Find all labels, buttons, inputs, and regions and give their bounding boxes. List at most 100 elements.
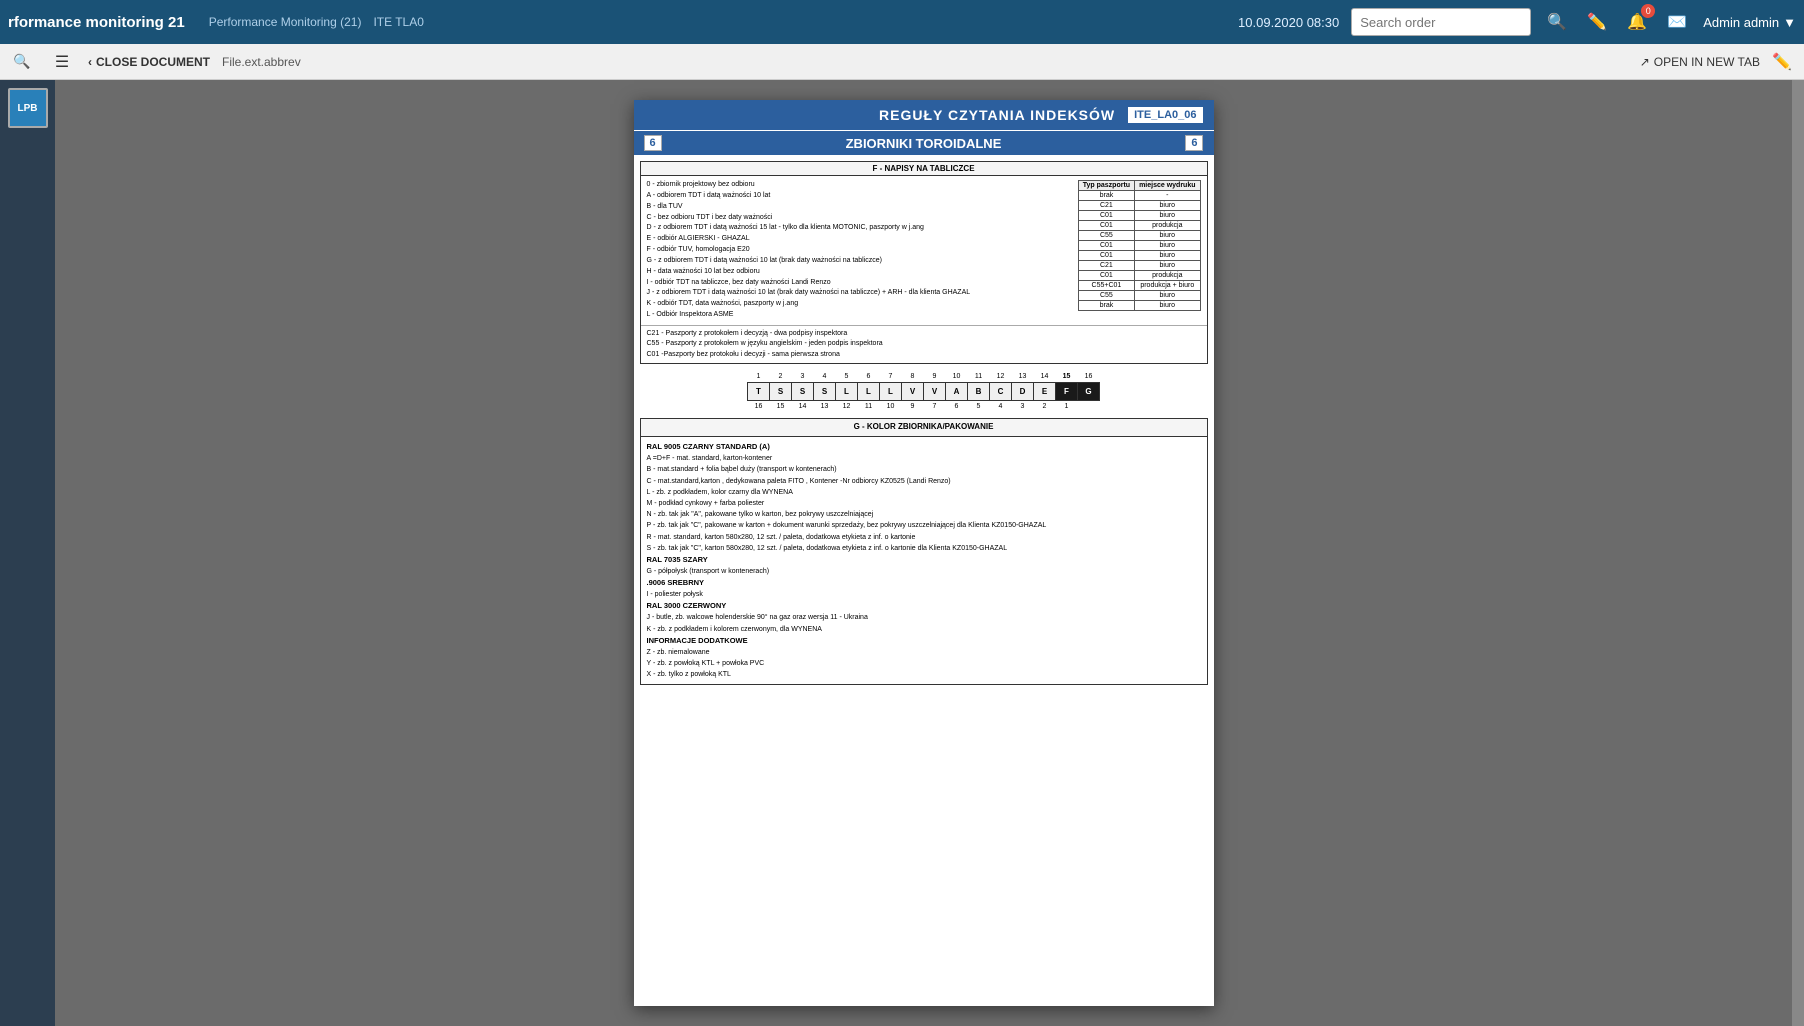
color-items: RAL 9005 CZARNY STANDARD (A) A =D+F - ma…	[647, 441, 1201, 680]
table-row: brakbiuro	[1078, 301, 1200, 311]
idx-num: 11	[968, 370, 990, 382]
passport-type-cell: C01	[1078, 271, 1134, 281]
close-document-button[interactable]: ‹ CLOSE DOCUMENT	[88, 55, 210, 69]
idx-num: 5	[836, 370, 858, 382]
section-f-footnotes: C21 - Paszporty z protokołem i decyzją -…	[641, 325, 1207, 364]
idx-num: 13	[1012, 370, 1034, 382]
idx-num: 3	[792, 370, 814, 382]
color-item: G - półpołysk (transport w kontenerach)	[647, 566, 1201, 577]
chevron-down-icon: ▼	[1783, 15, 1796, 30]
doc-subtitle: ZBIORNIKI TOROIDALNE	[846, 136, 1002, 151]
index-grid-container: 1 2 3 4 5 6 7 8 9 10 11 12 13 14	[640, 370, 1208, 412]
lpb-button[interactable]: LPB	[8, 88, 48, 128]
doc-main-title: REGUŁY CZYTANIA INDEKSÓW	[879, 107, 1115, 123]
list-item: L - Odbiór Inspektora ASME	[647, 310, 1074, 321]
index-numbers-top-row: 1 2 3 4 5 6 7 8 9 10 11 12 13 14	[748, 370, 1100, 382]
list-item: J - z odbiorem TDT i datą ważności 10 la…	[647, 288, 1074, 299]
notification-button[interactable]: 🔔 0	[1623, 8, 1651, 36]
section-f-list: 0 - zbiornik projektowy bez odbioru A - …	[647, 180, 1074, 321]
search-toggle-button[interactable]: 🔍	[8, 48, 36, 76]
idx-val: S	[814, 382, 836, 400]
open-new-tab-button[interactable]: ↗ OPEN IN NEW TAB	[1640, 55, 1760, 69]
list-item: K - odbiór TDT, data ważności, paszporty…	[647, 299, 1074, 310]
list-item: G - z odbiorem TDT i datą ważności 10 la…	[647, 256, 1074, 267]
footnote: C01 -Paszporty bez protokołu i decyzji -…	[647, 350, 1201, 361]
idx-num: 6	[946, 400, 968, 412]
email-button[interactable]: ✉️	[1663, 8, 1691, 36]
table-row: brak-	[1078, 191, 1200, 201]
section-g-header: G - KOLOR ZBIORNIKA/PAKOWANIE	[641, 419, 1207, 437]
idx-num: 12	[836, 400, 858, 412]
passport-type-cell: brak	[1078, 191, 1134, 201]
idx-val: S	[792, 382, 814, 400]
table-row: C01produkcja	[1078, 271, 1200, 281]
idx-num: 5	[968, 400, 990, 412]
idx-num: 14	[792, 400, 814, 412]
index-numbers-bottom-row: 16 15 14 13 12 11 10 9 7 6 5 4 3 2	[748, 400, 1100, 412]
color-item: R - mat. standard, karton 580x280, 12 sz…	[647, 532, 1201, 543]
passport-table-container: Typ paszportu miejsce wydruku brak- C21b…	[1078, 180, 1201, 321]
admin-menu-button[interactable]: Admin admin ▼	[1703, 15, 1796, 30]
breadcrumb1: Performance Monitoring (21)	[209, 15, 362, 29]
idx-num: 4	[814, 370, 836, 382]
right-scrollbar[interactable]	[1792, 80, 1804, 1026]
idx-num: 9	[924, 370, 946, 382]
idx-num: 2	[1034, 400, 1056, 412]
idx-num: 16	[1078, 370, 1100, 382]
table-row: C01biuro	[1078, 241, 1200, 251]
list-item: A - odbiorem TDT i datą ważności 10 lat	[647, 191, 1074, 202]
edit-doc-button[interactable]: ✏️	[1768, 48, 1796, 76]
subheader-num-left: 6	[644, 135, 662, 151]
idx-num: 12	[990, 370, 1012, 382]
idx-val-highlighted: G	[1078, 382, 1100, 400]
document-page: REGUŁY CZYTANIA INDEKSÓW ITE_LA0_06 6 ZB…	[634, 100, 1214, 1006]
print-place-cell: biuro	[1135, 201, 1200, 211]
color-item: RAL 3000 CZERWONY	[647, 600, 1201, 612]
passport-type-cell: C21	[1078, 261, 1134, 271]
print-place-cell: produkcja + biuro	[1135, 281, 1200, 291]
list-item: E - odbiór ALGIERSKI - GHAZAL	[647, 234, 1074, 245]
color-item: INFORMACJE DODATKOWE	[647, 635, 1201, 647]
color-item: N - zb. tak jak "A", pakowane tylko w ka…	[647, 509, 1201, 520]
passport-table: Typ paszportu miejsce wydruku brak- C21b…	[1078, 180, 1201, 311]
idx-val: L	[836, 382, 858, 400]
color-item: C - mat.standard,karton , dedykowana pal…	[647, 476, 1201, 487]
idx-num: 13	[814, 400, 836, 412]
color-item: J - butle, zb. walcowe holenderskie 90° …	[647, 612, 1201, 623]
search-button[interactable]: 🔍	[1543, 8, 1571, 36]
passport-type-cell: C01	[1078, 251, 1134, 261]
passport-type-col: Typ paszportu	[1078, 181, 1134, 191]
print-place-cell: biuro	[1135, 241, 1200, 251]
idx-num: 3	[1012, 400, 1034, 412]
breadcrumb2: ITE TLA0	[373, 15, 423, 29]
idx-num: 7	[880, 370, 902, 382]
idx-num: 7	[924, 400, 946, 412]
color-item: P - zb. tak jak "C", pakowane w karton +…	[647, 520, 1201, 531]
color-item: Z - zb. niemalowane	[647, 647, 1201, 658]
passport-type-cell: C55	[1078, 291, 1134, 301]
search-order-input[interactable]	[1351, 8, 1531, 36]
idx-val: C	[990, 382, 1012, 400]
print-place-cell: biuro	[1135, 291, 1200, 301]
print-place-cell: biuro	[1135, 261, 1200, 271]
index-grid: 1 2 3 4 5 6 7 8 9 10 11 12 13 14	[747, 370, 1100, 412]
color-item: RAL 7035 SZARY	[647, 554, 1201, 566]
color-item: L - zb. z podkładem, kolor czarny dla WY…	[647, 487, 1201, 498]
table-row: C55biuro	[1078, 291, 1200, 301]
table-row: C55+C01produkcja + biuro	[1078, 281, 1200, 291]
print-place-cell: produkcja	[1135, 221, 1200, 231]
left-sidebar: LPB	[0, 80, 55, 1026]
menu-button[interactable]: ☰	[48, 48, 76, 76]
table-row: C21biuro	[1078, 201, 1200, 211]
idx-val-highlighted: F	[1056, 382, 1078, 400]
idx-num	[1078, 400, 1100, 412]
print-place-cell: biuro	[1135, 211, 1200, 221]
document-viewer[interactable]: REGUŁY CZYTANIA INDEKSÓW ITE_LA0_06 6 ZB…	[55, 80, 1792, 1026]
idx-val: L	[858, 382, 880, 400]
edit-button[interactable]: ✏️	[1583, 8, 1611, 36]
subheader-num-right: 6	[1185, 135, 1203, 151]
idx-num: 4	[990, 400, 1012, 412]
open-new-tab-label: OPEN IN NEW TAB	[1654, 55, 1760, 69]
passport-type-cell: brak	[1078, 301, 1134, 311]
table-row: C01biuro	[1078, 211, 1200, 221]
